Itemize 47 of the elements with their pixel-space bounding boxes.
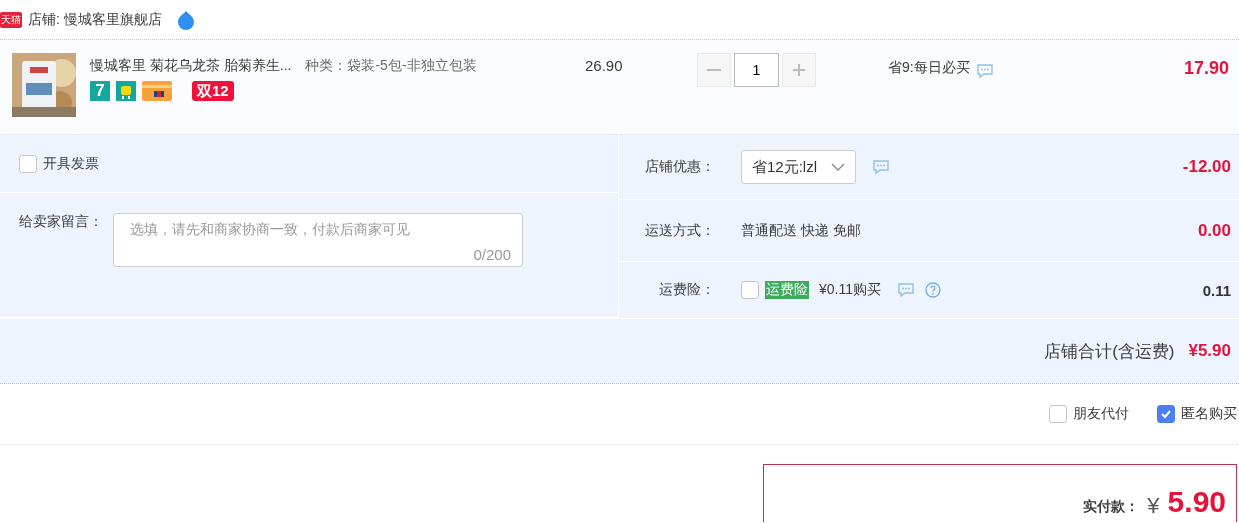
help-icon[interactable]: [925, 282, 941, 298]
option-label[interactable]: 朋友代付: [1073, 405, 1129, 423]
product-title[interactable]: 慢城客里 菊花乌龙茶 胎菊养生...: [90, 57, 292, 75]
message-field[interactable]: 选填，请先和商家协商一致，付款后商家可见: [128, 220, 512, 238]
shipping-method: 普通配送 快递 免邮: [741, 221, 861, 240]
unit-price: 26.90: [585, 56, 624, 74]
discount-text: 省9:每日必买: [888, 58, 970, 77]
shipping-label: 运送方式：: [644, 221, 715, 240]
item-total: 17.90: [1183, 57, 1229, 79]
subtotal-amount: ¥5.90: [1188, 341, 1231, 361]
message-icon[interactable]: [872, 159, 891, 175]
coupon-amount: -12.00: [1182, 157, 1231, 177]
invoice-label[interactable]: 开具发票: [43, 154, 99, 173]
subtotal-label: 店铺合计(含运费): [1044, 340, 1175, 363]
store-name[interactable]: 店铺: 慢城客里旗舰店: [28, 10, 162, 29]
message-icon[interactable]: [897, 282, 915, 298]
shipping-amount: 0.00: [1197, 220, 1231, 241]
option-checkbox[interactable]: [1049, 405, 1067, 423]
plus-icon: [791, 62, 807, 78]
message-icon[interactable]: [975, 63, 994, 79]
coupon-label: 店铺优惠：: [644, 158, 715, 176]
option-checkbox[interactable]: [1157, 405, 1175, 423]
insurance-checkbox[interactable]: [741, 281, 759, 299]
increase-button[interactable]: [782, 53, 816, 87]
service-badge: 7: [90, 81, 110, 101]
checkmark-icon: [1160, 408, 1172, 420]
option-label[interactable]: 匿名购买: [1181, 405, 1237, 423]
card-icon: [142, 81, 172, 101]
insurance-badge: 运费险: [765, 281, 809, 299]
insurance-amount: 0.11: [1202, 281, 1231, 299]
coupon-dropdown[interactable]: 省12元:lzl: [741, 150, 857, 184]
payment-amount: 5.90: [1167, 486, 1226, 518]
store-badge: 天猫: [0, 11, 22, 28]
quantity-field[interactable]: 1: [734, 53, 779, 87]
message-label: 给卖家留言：: [19, 213, 103, 231]
promo-badge: 双12: [192, 81, 234, 101]
decrease-button[interactable]: [697, 53, 731, 87]
minus-icon: [707, 69, 721, 71]
insurance-label: 运费险：: [658, 281, 715, 299]
bag-icon: [116, 81, 136, 101]
invoice-checkbox[interactable]: [19, 154, 37, 173]
chevron-down-icon: [831, 162, 846, 172]
insurance-price: ¥0.11购买: [819, 281, 881, 299]
currency-sign: ¥: [1147, 494, 1160, 518]
payment-label: 实付款：: [1083, 497, 1140, 516]
product-spec: 种类：袋装-5包-非独立包装: [305, 57, 477, 75]
character-counter: 0/200: [473, 246, 511, 263]
